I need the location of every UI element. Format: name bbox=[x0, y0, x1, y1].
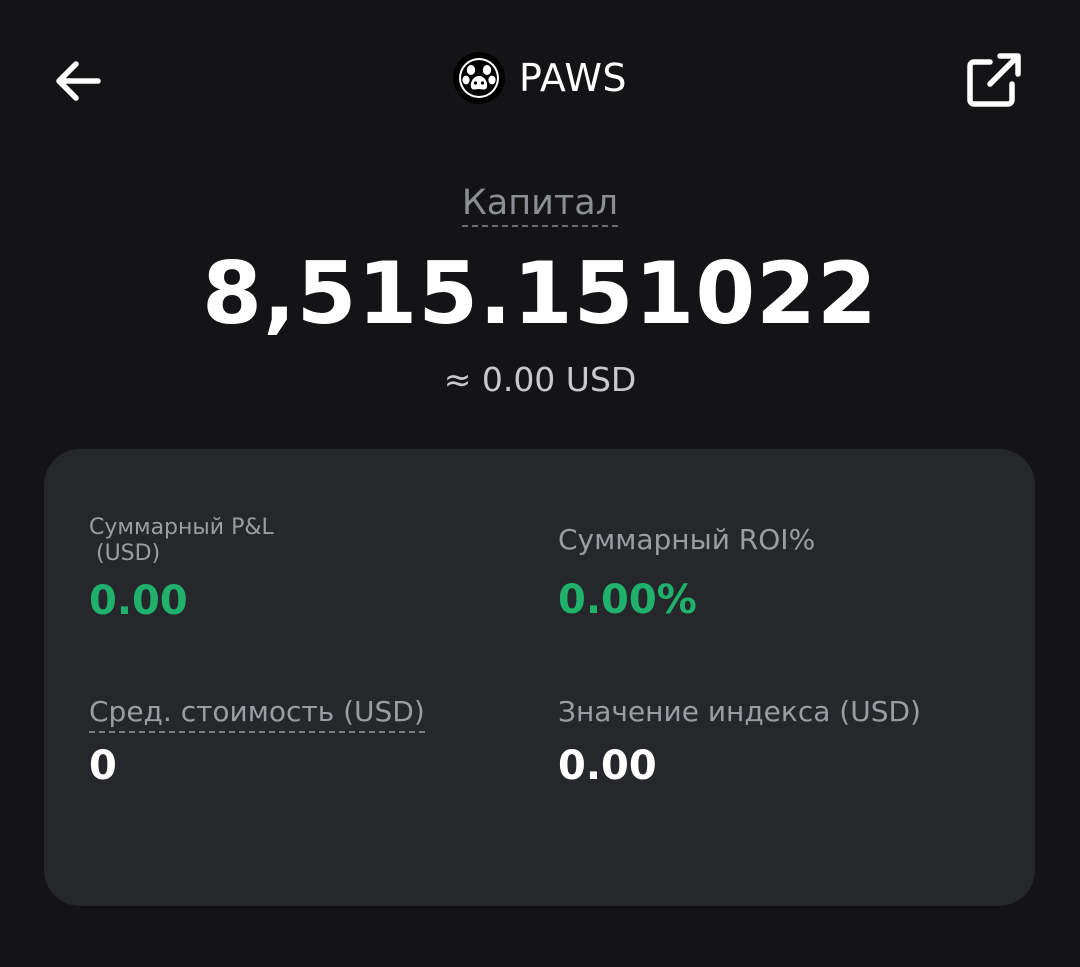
header-title-group: PAWS bbox=[0, 52, 1080, 104]
external-link-icon bbox=[967, 53, 1021, 107]
stats-card: Суммарный P&L (USD) 0.00 Суммарный ROI% … bbox=[44, 449, 1035, 906]
paw-logo-icon bbox=[452, 52, 505, 104]
avg-cost-label[interactable]: Сред. стоимость (USD) bbox=[89, 695, 425, 733]
total-pnl-value: 0.00 bbox=[89, 577, 188, 624]
capital-usd-equivalent: ≈ 0.00 USD bbox=[443, 360, 637, 399]
page-title: PAWS bbox=[518, 56, 628, 100]
index-value-value: 0.00 bbox=[558, 742, 657, 789]
index-value-label: Значение индекса (USD) bbox=[558, 695, 921, 728]
capital-label[interactable]: Капитал bbox=[461, 183, 619, 227]
total-roi-label: Суммарный ROI% bbox=[558, 523, 816, 556]
total-pnl-stat: Суммарный P&L (USD) 0.00 bbox=[89, 515, 274, 624]
avg-cost-value: 0 bbox=[89, 742, 117, 789]
header: PAWS bbox=[0, 0, 1080, 160]
avg-cost-stat: Сред. стоимость (USD) 0 bbox=[89, 695, 425, 789]
asset-detail-screen: PAWS Капитал 8,515.151022 ≈ 0.00 USD Сум… bbox=[0, 0, 1080, 967]
total-pnl-label-line1: Суммарный P&L bbox=[89, 515, 274, 540]
total-pnl-label-line2: (USD) bbox=[89, 541, 161, 567]
capital-value: 8,515.151022 bbox=[202, 244, 878, 344]
external-link-button[interactable] bbox=[962, 48, 1026, 112]
index-value-stat: Значение индекса (USD) 0.00 bbox=[558, 695, 921, 789]
total-roi-value: 0.00% bbox=[558, 576, 697, 623]
total-pnl-label: Суммарный P&L (USD) bbox=[89, 515, 274, 568]
total-roi-stat: Суммарный ROI% 0.00% bbox=[558, 523, 815, 623]
capital-label-row: Капитал bbox=[0, 183, 1080, 227]
